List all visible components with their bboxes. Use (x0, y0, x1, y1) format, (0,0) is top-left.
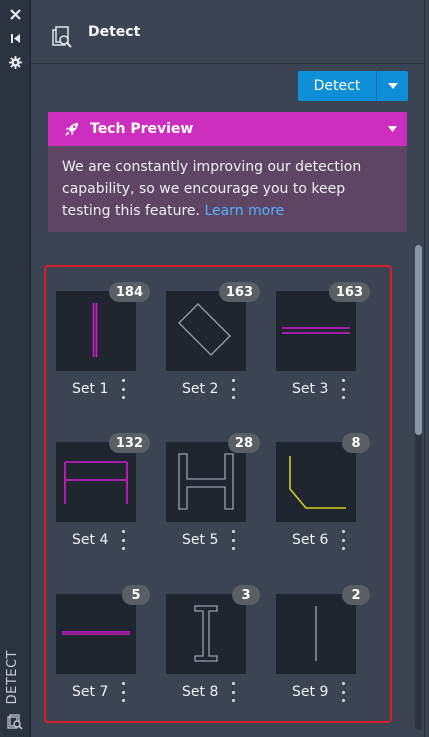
detect-button-label[interactable]: Detect (298, 71, 377, 101)
set-label: Set 5 (182, 532, 219, 548)
set-label: Set 9 (292, 684, 329, 700)
tech-preview-body: We are constantly improving our detectio… (48, 146, 407, 232)
set-tile[interactable]: 184 Set 1 (46, 267, 156, 407)
close-icon[interactable] (8, 7, 23, 22)
learn-more-link[interactable]: Learn more (204, 203, 284, 219)
shape-preview (282, 327, 350, 334)
count-badge: 2 (342, 585, 370, 605)
more-options-icon[interactable] (340, 379, 346, 399)
count-badge: 163 (328, 282, 370, 302)
set-thumbnail[interactable] (56, 442, 136, 522)
count-badge: 163 (218, 282, 260, 302)
count-badge: 28 (227, 433, 260, 453)
more-options-icon[interactable] (340, 530, 346, 550)
set-label: Set 3 (292, 381, 329, 397)
set-tile[interactable]: 3 Set 8 (156, 570, 266, 710)
shape-preview (64, 461, 128, 504)
shape-preview (178, 303, 231, 356)
set-tile[interactable]: 163 Set 3 (266, 267, 376, 407)
shape-preview (62, 631, 130, 635)
panel-title: Detect (88, 24, 141, 40)
count-badge: 3 (232, 585, 260, 605)
detect-icon[interactable] (7, 714, 23, 730)
more-options-icon[interactable] (230, 379, 236, 399)
more-options-icon[interactable] (230, 530, 236, 550)
set-label: Set 4 (72, 532, 109, 548)
scrollbar[interactable] (415, 245, 422, 730)
set-thumbnail[interactable] (276, 291, 356, 371)
chevron-down-icon[interactable] (388, 126, 397, 132)
set-label: Set 8 (182, 684, 219, 700)
set-tile[interactable]: 5 Set 7 (46, 570, 156, 710)
side-strip: DETECT (0, 0, 31, 737)
shape-preview (178, 453, 234, 510)
set-thumbnail[interactable] (166, 594, 246, 674)
set-tile[interactable]: 28 Set 5 (156, 418, 266, 558)
detect-icon (52, 26, 72, 48)
set-label: Set 1 (72, 381, 109, 397)
shape-preview (315, 606, 317, 661)
tech-preview-header[interactable]: Tech Preview (48, 112, 407, 146)
set-thumbnail[interactable] (56, 594, 136, 674)
set-thumbnail[interactable] (166, 291, 246, 371)
set-tile[interactable]: 2 Set 9 (266, 570, 376, 710)
shape-preview (289, 456, 346, 509)
tech-preview-title: Tech Preview (90, 121, 194, 137)
count-badge: 184 (108, 282, 150, 302)
set-tile[interactable]: 132 Set 4 (46, 418, 156, 558)
set-thumbnail[interactable] (276, 594, 356, 674)
shape-preview (194, 605, 218, 662)
more-options-icon[interactable] (120, 379, 126, 399)
count-badge: 5 (122, 585, 150, 605)
set-label: Set 6 (292, 532, 329, 548)
more-options-icon[interactable] (120, 530, 126, 550)
settings-icon[interactable] (8, 55, 23, 70)
set-thumbnail[interactable] (166, 442, 246, 522)
more-options-icon[interactable] (120, 682, 126, 702)
detect-dropdown-button[interactable] (377, 71, 408, 101)
set-tile[interactable]: 8 Set 6 (266, 418, 376, 558)
panel-header: Detect (31, 0, 424, 64)
more-options-icon[interactable] (340, 682, 346, 702)
set-label: Set 7 (72, 684, 109, 700)
shape-preview (92, 303, 98, 357)
count-badge: 8 (342, 433, 370, 453)
sets-grid: 184 Set 1 163 Set 2 163 Set 3 132 Set 4 … (44, 265, 392, 723)
set-tile[interactable]: 163 Set 2 (156, 267, 266, 407)
detect-strip-label[interactable]: DETECT (5, 650, 25, 704)
count-badge: 132 (108, 433, 150, 453)
rocket-icon (65, 123, 78, 136)
caret-down-icon (387, 83, 398, 89)
set-label: Set 2 (182, 381, 219, 397)
set-thumbnail[interactable] (56, 291, 136, 371)
more-options-icon[interactable] (230, 682, 236, 702)
scrollbar-thumb[interactable] (415, 245, 422, 435)
set-thumbnail[interactable] (276, 442, 356, 522)
detect-button[interactable]: Detect (298, 71, 408, 101)
collapse-icon[interactable] (8, 31, 23, 46)
detect-panel: Detect Detect Tech Preview We are consta… (31, 0, 425, 737)
